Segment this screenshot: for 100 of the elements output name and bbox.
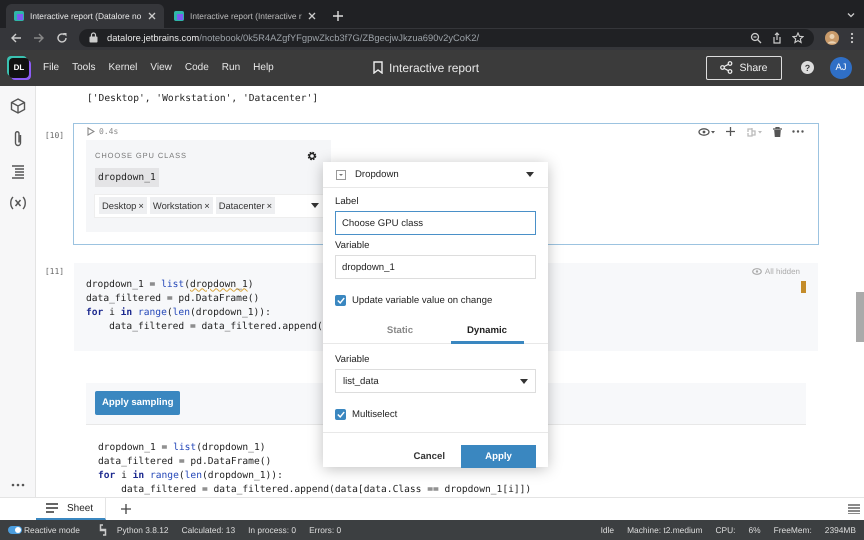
trash-icon[interactable] [773,126,782,137]
status-text: Idle [600,525,614,536]
code-line: for i in range(len(dropdown_1)): [98,468,283,483]
menu-item[interactable]: Help [253,62,274,74]
menu-item[interactable]: Code [184,62,209,74]
menu-item[interactable]: Tools [72,62,96,74]
run-time: 0.4s [99,127,118,136]
plus-icon[interactable] [726,127,735,136]
status-text: CPU: [716,525,736,536]
app-icon [13,10,25,22]
visibility-status: All hidden [764,267,800,276]
scrollbar[interactable] [856,292,864,342]
close-icon[interactable] [307,10,317,21]
caret-icon [526,172,534,177]
caret-icon[interactable] [311,203,319,208]
label-field[interactable]: Choose GPU class [335,211,536,235]
forward-icon[interactable] [33,32,45,44]
list-icon [46,503,58,514]
tab[interactable]: Dynamic [450,319,524,344]
remove-icon[interactable]: × [138,200,144,212]
gear-icon[interactable] [307,150,317,161]
field-label: Variable [335,240,370,251]
status-text: Reactive mode [24,525,80,536]
app-icon [173,10,185,22]
variable-field[interactable]: dropdown_1 [335,255,536,279]
checkbox-label: Multiselect [352,409,398,420]
status-text: In process: 0 [248,525,296,536]
close-icon[interactable] [147,10,157,21]
variable-select[interactable]: list_data [335,369,536,393]
more-icon[interactable] [792,130,804,134]
remove-icon[interactable]: × [266,200,272,212]
share-icon[interactable] [771,32,783,44]
checkbox-label: Update variable value on change [352,295,492,306]
checkbox[interactable] [335,409,346,420]
code-line: data_filtered = pd.DataFrame() [86,292,260,306]
remove-icon[interactable]: × [204,200,210,212]
address-field[interactable]: datalore.jetbrains.com/notebook/0k5R4AZgfYFgpwZkcb3f7G/ZBgecjwJkzua690v2yCoK2/ [79,28,814,47]
browser-tab[interactable]: Interactive report (Interactive r [166,4,324,28]
widget-type-select[interactable]: Dropdown [323,162,548,188]
share-nodes-icon [720,61,734,74]
zoom-icon[interactable] [750,32,762,44]
more-icon[interactable] [10,483,24,488]
status-text: FreeMem: [774,525,812,536]
status-text: Calculated: 13 [182,525,236,536]
back-icon[interactable] [10,32,22,44]
cube-icon[interactable] [10,98,26,114]
code-line: dropdown_1 = list(dropdown_1) [98,440,266,455]
status-text: 2394MB [824,525,856,536]
outline-list-icon[interactable] [10,164,24,180]
output-text: ['Desktop', 'Workstation', 'Datacenter'] [87,92,320,106]
status-text: Errors: 0 [309,525,342,536]
paperclip-icon[interactable] [12,130,22,148]
run-icon[interactable] [87,127,95,136]
status-text: Python 3.8.12 [116,525,169,536]
field-label: Label [335,196,360,207]
variable-name: dropdown_1 [95,168,159,187]
app-logo[interactable]: DL [9,58,29,78]
new-tab-icon[interactable] [332,10,344,22]
profile-avatar-icon[interactable] [825,30,839,45]
tab[interactable]: Static [364,319,436,344]
help-button[interactable]: ? [801,61,814,74]
menu-dots-icon[interactable] [850,32,854,44]
browser-tab[interactable]: Interactive report (Datalore no [6,4,164,28]
code-line: data_filtered = data_filtered.append( [108,320,323,334]
checkbox[interactable] [335,295,346,306]
add-sheet-icon[interactable] [121,504,132,514]
cell-number: [10] [44,130,66,142]
code-line: dropdown_1 = list(dropdown_1) [86,278,254,292]
notebook-title: Interactive report [389,60,480,75]
code-line: data_filtered = data_filtered.append(data[data.Class == dropdown_1[i]]) [120,482,532,497]
menu-item[interactable]: Run [222,62,240,74]
variables-icon[interactable] [8,196,26,210]
menu-item[interactable]: View [150,62,172,74]
lock-icon [89,32,98,44]
change-marker [801,280,806,293]
cell-number: [11] [44,266,66,278]
selected-option[interactable]: Datacenter × [216,197,276,214]
status-text: 6% [748,525,761,536]
field-label: Variable [335,354,370,365]
selected-option[interactable]: Workstation × [150,197,213,214]
code-line: for i in range(len(dropdown_1)): [86,306,271,320]
user-avatar[interactable]: AJ [830,56,852,79]
status-text: Machine: t2.medium [627,525,702,536]
url-text: datalore.jetbrains.com/notebook/0k5R4AZgfYFgpwZkcb3f7G/ZBgecjwJkzua690v2yCoK2/ [107,32,480,44]
eye-dropdown-icon[interactable] [698,128,716,136]
eye-icon [752,268,762,276]
bookmark-icon[interactable] [373,61,383,74]
apply-button[interactable]: Apply [461,445,536,468]
share-button[interactable]: Share [706,56,782,80]
dropdown-type-icon [336,170,346,180]
code-line: data_filtered = pd.DataFrame() [98,454,272,469]
cancel-button[interactable]: Cancel [406,451,453,462]
menu-icon[interactable] [848,504,860,514]
menu-item[interactable]: Kernel [108,62,138,74]
menu-item[interactable]: File [43,62,60,74]
apply-sampling-button[interactable]: Apply sampling [95,390,180,415]
reload-icon[interactable] [56,32,68,44]
selected-option[interactable]: Desktop × [99,197,147,214]
star-icon[interactable] [792,32,804,44]
reactive-toggle[interactable] [8,526,22,534]
